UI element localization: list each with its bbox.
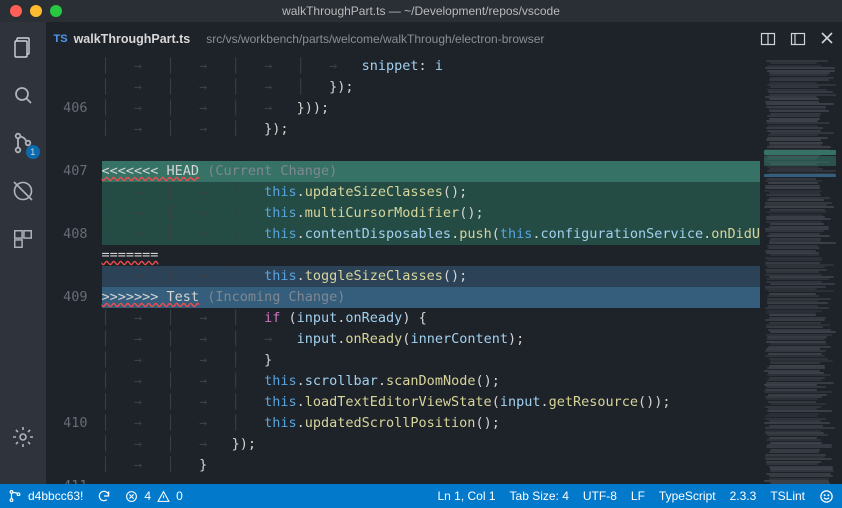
more-actions-icon[interactable] [790, 31, 806, 47]
search-icon[interactable] [10, 82, 36, 108]
code-content[interactable]: │ → │ → │ → │ → snippet: i │ → │ → │ → │… [102, 56, 760, 484]
extensions-icon[interactable] [10, 226, 36, 252]
eol-item[interactable]: LF [631, 489, 645, 503]
merge-codelens: Accept Current Change| Accept Incoming C… [102, 140, 760, 161]
cursor-position-item[interactable]: Ln 1, Col 1 [437, 489, 495, 503]
close-window-button[interactable] [10, 5, 22, 17]
encoding-item[interactable]: UTF-8 [583, 489, 617, 503]
settings-gear-icon[interactable] [10, 424, 36, 450]
editor: TS walkThroughPart.ts src/vs/workbench/p… [46, 22, 842, 484]
titlebar: walkThroughPart.ts — ~/Development/repos… [0, 0, 842, 22]
editor-tabbar: TS walkThroughPart.ts src/vs/workbench/p… [46, 22, 842, 56]
window-title: walkThroughPart.ts — ~/Development/repos… [0, 4, 842, 18]
window-controls [0, 5, 62, 17]
language-mode-item[interactable]: TypeScript [659, 489, 716, 503]
sync-item[interactable] [97, 489, 111, 503]
minimap[interactable]: /* minimap lines via JS below */ [760, 56, 842, 484]
source-control-icon[interactable]: 1 [10, 130, 36, 156]
close-tab-icon[interactable] [820, 31, 834, 47]
conflict-incoming-marker: >>>>>>> Test (Incoming Change) [102, 287, 760, 308]
tslint-item[interactable]: TSLint [770, 489, 805, 503]
split-editor-icon[interactable] [760, 31, 776, 47]
activity-bar: 1 [0, 22, 46, 484]
conflict-separator: ======= [102, 245, 760, 266]
git-branch-item[interactable]: d4bbcc63! [8, 489, 83, 503]
tab-filename: walkThroughPart.ts [74, 32, 191, 46]
debug-icon[interactable] [10, 178, 36, 204]
line-number-gutter: 406 407 408 409 410 411 412 413 414 415 … [46, 56, 102, 484]
status-bar: d4bbcc63! 4 0 Ln 1, Col 1 Tab Size: 4 UT… [0, 484, 842, 508]
typescript-file-icon: TS [54, 33, 68, 45]
ts-version-item[interactable]: 2.3.3 [730, 489, 757, 503]
feedback-smiley-icon[interactable] [819, 489, 834, 504]
tab-path: src/vs/workbench/parts/welcome/walkThrou… [206, 32, 544, 46]
minimize-window-button[interactable] [30, 5, 42, 17]
scm-badge: 1 [26, 145, 40, 159]
explorer-icon[interactable] [10, 34, 36, 60]
active-tab[interactable]: TS walkThroughPart.ts src/vs/workbench/p… [54, 32, 545, 46]
maximize-window-button[interactable] [50, 5, 62, 17]
conflict-head-marker: <<<<<<< HEAD (Current Change) [102, 161, 760, 182]
tab-size-item[interactable]: Tab Size: 4 [510, 489, 569, 503]
problems-item[interactable]: 4 0 [125, 489, 182, 503]
